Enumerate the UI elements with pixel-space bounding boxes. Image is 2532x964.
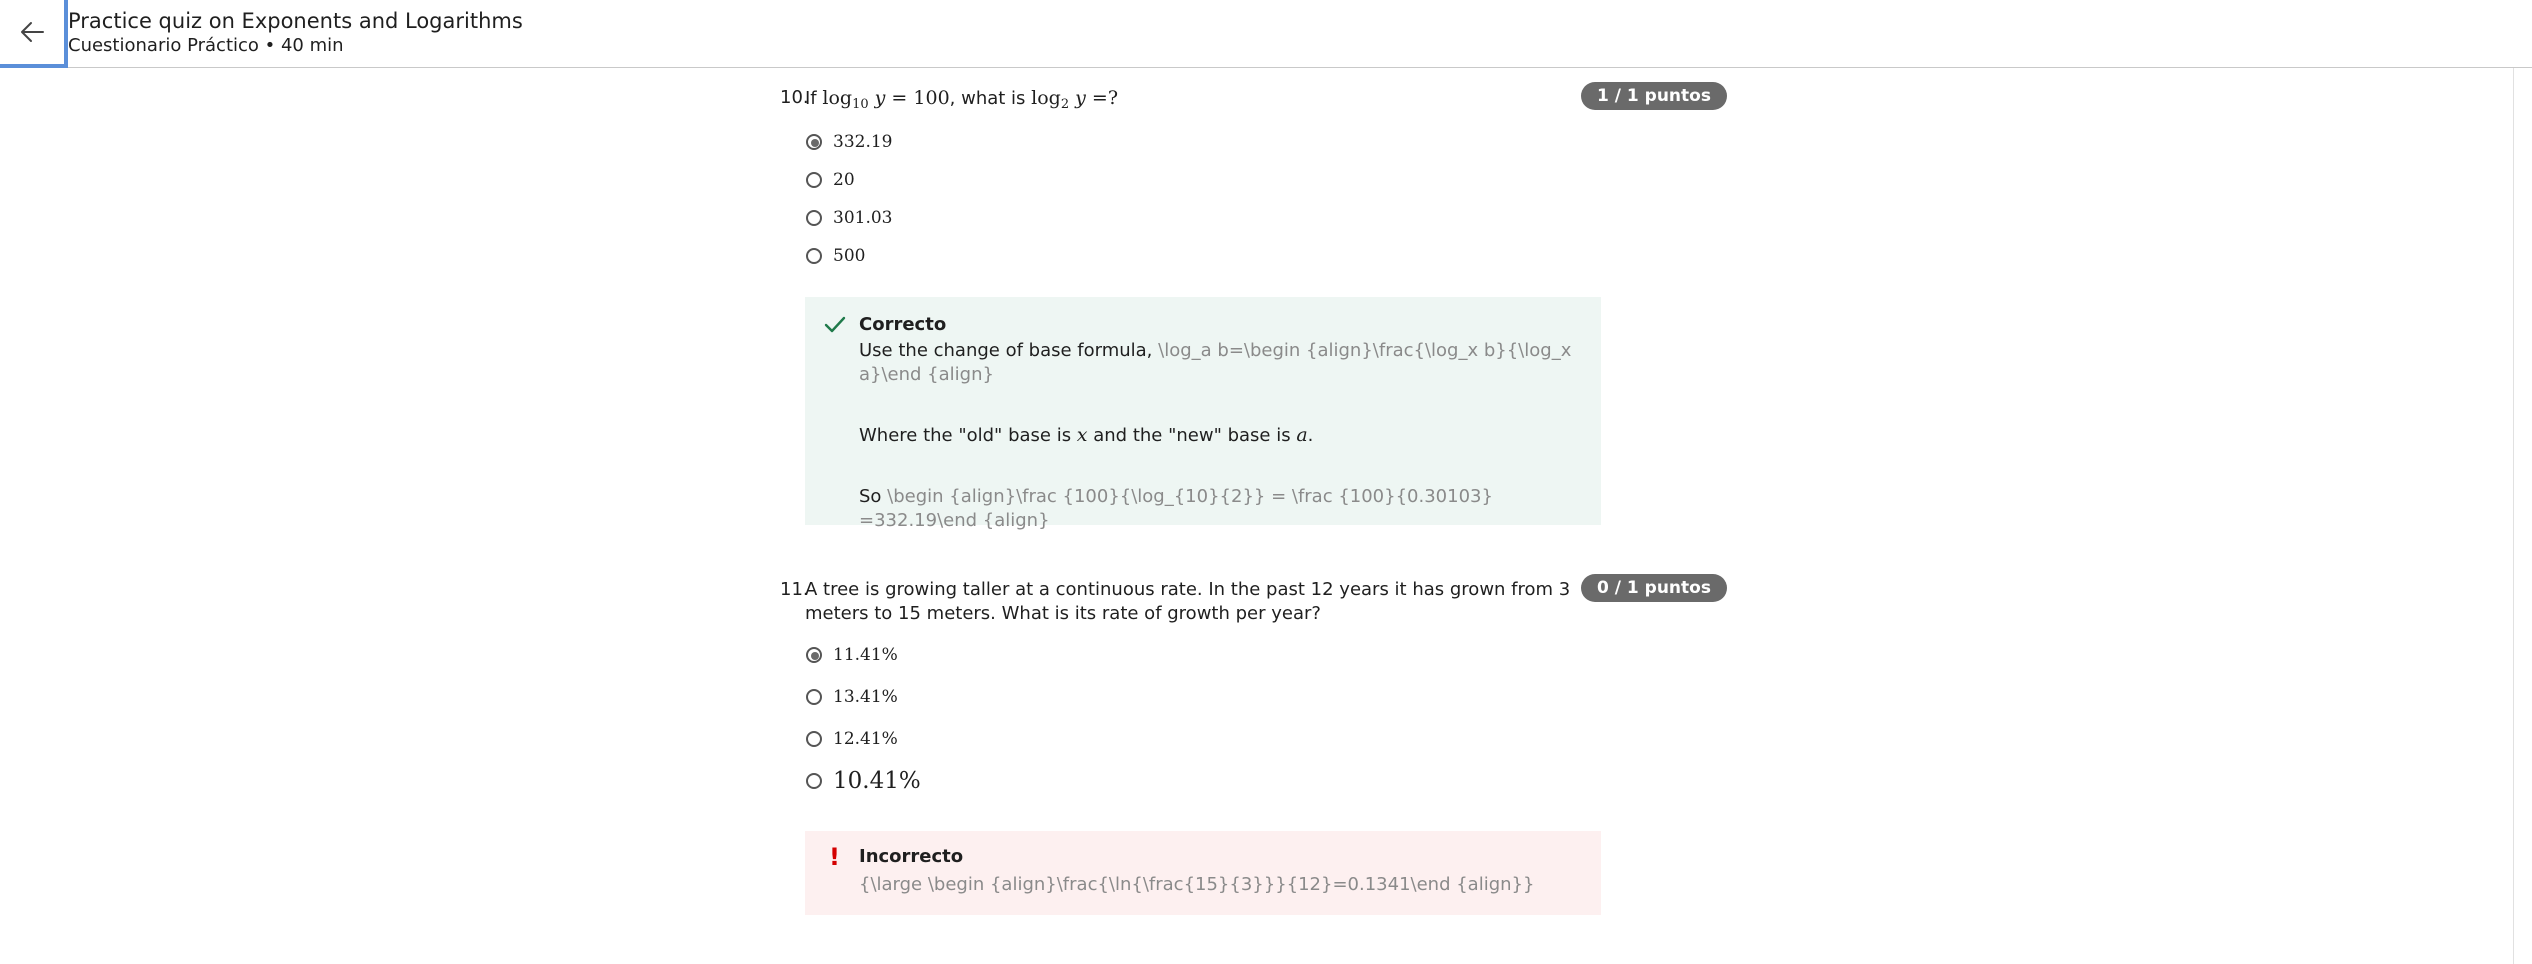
feedback-status: Incorrecto [859,846,964,867]
radio-button[interactable] [806,689,822,705]
radio-button[interactable] [806,731,822,747]
quiz-header: Practice quiz on Exponents and Logarithm… [0,0,2532,68]
feedback-explanation: Use the change of base formula, \log_a b… [859,339,1579,387]
arrow-left-icon [21,22,44,42]
answer-option[interactable]: 332.19 [806,129,892,155]
explanation-text: So [859,486,888,507]
feedback-explanation: So \begin {align}\frac {100}{\log_{10}{2… [859,485,1579,533]
explanation-text: Use the change of base formula, [859,340,1159,361]
points-badge: 1 / 1 puntos [1581,82,1727,110]
option-label: 301.03 [833,208,893,228]
header-text: Practice quiz on Exponents and Logarithm… [68,8,523,58]
explanation-text: and the "new" base is [1087,425,1297,446]
quiz-title: Practice quiz on Exponents and Logarithm… [68,9,523,33]
question-text-middle: , what is [949,88,1032,109]
question-text: A tree is growing taller at a continuous… [805,579,1571,624]
option-label: 13.41% [833,687,898,707]
exclamation-icon: ! [829,843,840,871]
answer-option[interactable]: 13.41% [806,684,898,710]
latex-source: \begin {align}\frac {100}{\log_{10}{2}} … [859,486,1493,531]
answer-option[interactable]: 12.41% [806,726,898,752]
quiz-subtitle: Cuestionario Práctico • 40 min [68,35,344,56]
explanation-text: Where the "old" base is [859,425,1077,446]
back-button[interactable] [0,0,68,68]
points-badge: 0 / 1 puntos [1581,574,1727,602]
explanation-text: . [1307,425,1314,446]
option-label: 500 [833,246,866,266]
answer-option[interactable]: 301.03 [806,205,892,231]
feedback-explanation: Where the "old" base is x and the "new" … [859,423,1579,448]
math-log2-y: log2 y = [1031,87,1108,112]
radio-button[interactable] [806,172,822,188]
answer-option[interactable]: 20 [806,167,855,193]
checkmark-icon [824,316,846,333]
radio-button-selected[interactable] [806,134,822,150]
feedback-status: Correcto [859,314,947,335]
question-text: If log10 y = 100, what is log2 y =? [805,86,1575,111]
feedback-correct: Correcto Use the change of base formula,… [805,297,1601,531]
answer-option[interactable]: 500 [806,243,865,269]
latex-source: {\large \begin {align}\frac{\ln{\frac{15… [859,874,1535,895]
radio-button[interactable] [806,773,822,789]
radio-button[interactable] [806,210,822,226]
option-label: 12.41% [833,729,898,749]
option-label: 10.41% [833,768,921,794]
scrollbar-track[interactable] [2513,68,2532,964]
radio-button-selected[interactable] [806,647,822,663]
math-x: x [1076,424,1088,446]
feedback-incorrect: ! Incorrecto {\large \begin {align}\frac… [805,831,1601,915]
option-label: 20 [833,170,855,190]
math-a: a [1296,424,1308,446]
radio-button[interactable] [806,248,822,264]
question-text-prefix: If [805,88,823,109]
question-text-suffix: ? [1107,87,1119,109]
option-label: 332.19 [833,132,893,152]
math-log10-y-eq-100: log10 y = 100 [822,87,950,112]
option-label: 11.41% [833,645,898,665]
answer-option[interactable]: 10.41% [806,768,921,794]
answer-option[interactable]: 11.41% [806,642,898,668]
